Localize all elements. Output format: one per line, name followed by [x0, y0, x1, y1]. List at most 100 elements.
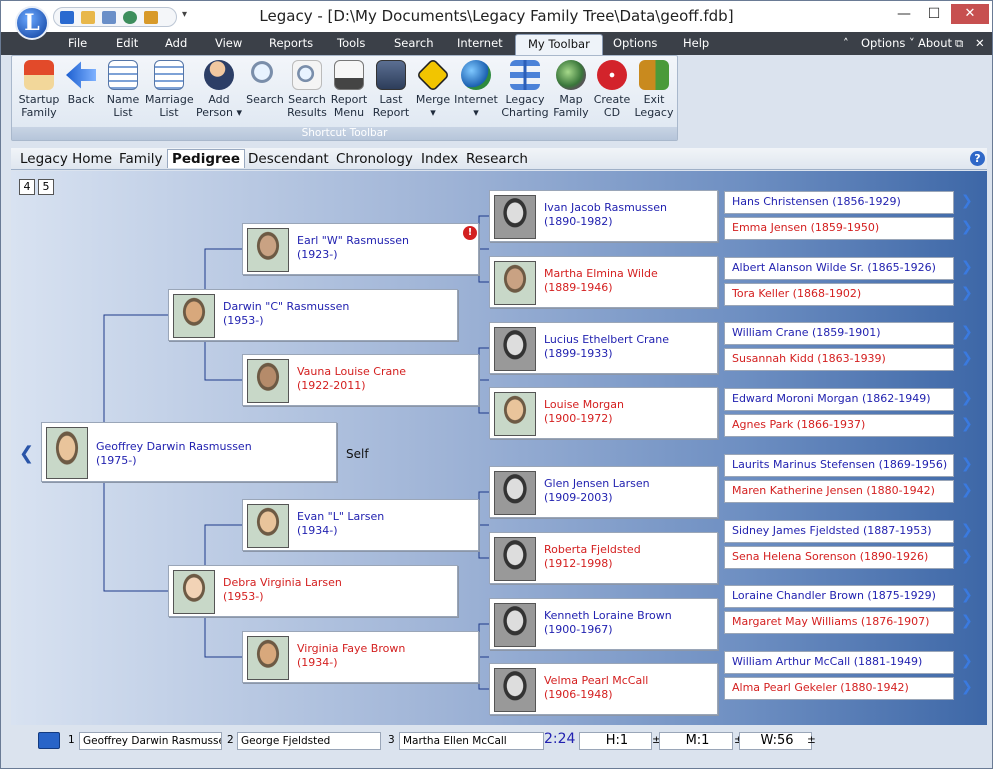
menu-file[interactable]: File — [68, 36, 87, 50]
great-grandparent-card[interactable]: Alma Pearl Gekeler (1880-1942) — [724, 676, 954, 700]
person-card-p8[interactable]: Ivan Jacob Rasmussen (1890-1982) — [489, 190, 718, 242]
name-list-button[interactable]: Name List — [99, 60, 147, 119]
great-grandparent-card[interactable]: Sena Helena Sorenson (1890-1926) — [724, 545, 954, 569]
person-photo[interactable] — [494, 471, 536, 515]
chevron-right-icon[interactable]: ❯ — [961, 613, 973, 629]
merge-button[interactable]: Merge ▾ — [409, 58, 457, 119]
great-grandparent-card[interactable]: Edward Moroni Morgan (1862-1949) — [724, 388, 954, 412]
great-grandparent-card[interactable]: Hans Christensen (1856-1929) — [724, 191, 954, 214]
navigate-back-icon[interactable]: ❮ — [19, 443, 34, 464]
startup-family-button[interactable]: Startup Family — [15, 60, 63, 119]
add-person-button[interactable]: Add Person ▾ — [195, 60, 243, 119]
menu-help[interactable]: Help — [683, 36, 709, 50]
person-card-p1[interactable]: Geoffrey Darwin Rasmussen (1975-) — [41, 422, 337, 482]
person-name[interactable]: Lucius Ethelbert Crane — [544, 333, 669, 346]
menu-tools[interactable]: Tools — [337, 36, 365, 50]
person-photo[interactable] — [494, 537, 536, 581]
legacy-logo[interactable]: L — [15, 6, 49, 40]
person-photo[interactable] — [247, 228, 289, 272]
great-grandparent-card[interactable]: William Crane (1859-1901) — [724, 322, 954, 346]
great-grandparent-card[interactable]: Emma Jensen (1859-1950) — [724, 217, 954, 240]
close-document-icon[interactable]: ✕ — [975, 36, 985, 50]
chevron-right-icon[interactable]: ❯ — [961, 416, 973, 432]
chevron-right-icon[interactable]: ❯ — [961, 653, 973, 669]
internet-button[interactable]: Internet ▾ — [452, 60, 500, 119]
person-card-p4[interactable]: Earl "W" Rasmussen (1923-) — [242, 223, 479, 275]
great-grandparent-card[interactable]: Sidney James Fjeldsted (1887-1953) — [724, 519, 954, 543]
person-photo[interactable] — [494, 261, 536, 305]
back-button[interactable]: Back — [57, 60, 105, 106]
person-photo[interactable] — [494, 327, 536, 371]
great-grandparent-card[interactable]: Margaret May Williams (1876-1907) — [724, 611, 954, 635]
person-card-p7[interactable]: Virginia Faye Brown (1934-) — [242, 631, 479, 683]
great-grandparent-card[interactable]: Maren Katherine Jensen (1880-1942) — [724, 479, 954, 503]
person-name[interactable]: Debra Virginia Larsen — [223, 576, 342, 589]
menu-internet[interactable]: Internet — [457, 36, 503, 50]
person-card-p3[interactable]: Debra Virginia Larsen (1953-) — [168, 565, 458, 617]
person-name[interactable]: Vauna Louise Crane — [297, 365, 406, 378]
chevron-right-icon[interactable]: ❯ — [961, 390, 973, 406]
great-grandparent-card[interactable]: Susannah Kidd (1863-1939) — [724, 348, 954, 372]
person-name[interactable]: Velma Pearl McCall — [544, 674, 648, 687]
status-field-2[interactable]: George Fjeldsted — [237, 732, 381, 750]
person-name[interactable]: Louise Morgan — [544, 398, 624, 411]
person-name[interactable]: Glen Jensen Larsen — [544, 477, 650, 490]
person-card-p2[interactable]: Darwin "C" Rasmussen (1953-) — [168, 289, 458, 341]
tab-research[interactable]: Research — [466, 151, 528, 167]
last-report-button[interactable]: Last Report — [367, 60, 415, 119]
chevron-right-icon[interactable]: ❯ — [961, 350, 973, 366]
person-card-p15[interactable]: Velma Pearl McCall (1906-1948) — [489, 663, 718, 715]
tab-family[interactable]: Family — [119, 151, 162, 167]
person-name[interactable]: Virginia Faye Brown — [297, 642, 405, 655]
person-photo[interactable] — [173, 570, 215, 614]
chevron-right-icon[interactable]: ❯ — [961, 679, 973, 695]
report-menu-button[interactable]: Report Menu — [325, 60, 373, 119]
restore-icon[interactable]: ⧉ — [955, 36, 963, 51]
chevron-right-icon[interactable]: ❯ — [961, 522, 973, 538]
person-card-p14[interactable]: Kenneth Loraine Brown (1900-1967) — [489, 598, 718, 650]
person-photo[interactable] — [46, 427, 88, 479]
great-grandparent-card[interactable]: William Arthur McCall (1881-1949) — [724, 650, 954, 674]
great-grandparent-card[interactable]: Tora Keller (1868-1902) — [724, 282, 954, 306]
search-results-button[interactable]: Search Results — [283, 60, 331, 119]
status-field-3[interactable]: Martha Ellen McCall — [399, 732, 544, 750]
chevron-right-icon[interactable]: ❯ — [961, 456, 973, 472]
menu-options[interactable]: Options — [613, 36, 657, 50]
menu-edit[interactable]: Edit — [116, 36, 138, 50]
great-grandparent-card[interactable]: Laurits Marinus Stefensen (1869-1956) — [724, 453, 954, 477]
chevron-right-icon[interactable]: ❯ — [961, 219, 973, 235]
person-name[interactable]: Earl "W" Rasmussen — [297, 234, 409, 247]
person-name[interactable]: Roberta Fjeldsted — [544, 543, 641, 556]
person-name[interactable]: Martha Elmina Wilde — [544, 267, 658, 280]
person-card-p5[interactable]: Vauna Louise Crane (1922-2011) — [242, 354, 479, 406]
person-name[interactable]: Evan "L" Larsen — [297, 510, 384, 523]
tab-index[interactable]: Index — [421, 151, 458, 167]
chevron-right-icon[interactable]: ❯ — [961, 548, 973, 564]
tab-legacy-home[interactable]: Legacy Home — [20, 151, 112, 167]
person-photo[interactable] — [247, 359, 289, 403]
about-link[interactable]: About — [918, 36, 952, 50]
legacy-charting-button[interactable]: Legacy Charting — [501, 60, 549, 119]
person-photo[interactable] — [494, 668, 536, 712]
exit-legacy-button[interactable]: Exit Legacy — [630, 60, 678, 119]
person-name[interactable]: Kenneth Loraine Brown — [544, 609, 672, 622]
warning-badge-icon[interactable]: ! — [463, 226, 477, 240]
search-button[interactable]: Search — [241, 60, 289, 106]
person-card-p10[interactable]: Lucius Ethelbert Crane (1899-1933) — [489, 322, 718, 374]
maximize-button[interactable]: ☐ — [921, 6, 947, 22]
book-icon[interactable] — [38, 732, 60, 749]
chevron-right-icon[interactable]: ❯ — [961, 259, 973, 275]
person-photo[interactable] — [494, 195, 536, 239]
person-card-p12[interactable]: Glen Jensen Larsen (1909-2003) — [489, 466, 718, 518]
tab-chronology[interactable]: Chronology — [336, 151, 413, 167]
collapse-ribbon-icon[interactable]: ˄ — [843, 36, 849, 50]
person-card-p13[interactable]: Roberta Fjeldsted (1912-1998) — [489, 532, 718, 584]
person-card-p6[interactable]: Evan "L" Larsen (1934-) — [242, 499, 479, 551]
person-name[interactable]: Geoffrey Darwin Rasmussen — [96, 440, 252, 453]
tab-pedigree[interactable]: Pedigree — [167, 149, 245, 168]
person-card-p11[interactable]: Louise Morgan (1900-1972) — [489, 387, 718, 439]
person-photo[interactable] — [494, 603, 536, 647]
person-photo[interactable] — [247, 504, 289, 548]
menu-reports[interactable]: Reports — [269, 36, 313, 50]
great-grandparent-card[interactable]: Loraine Chandler Brown (1875-1929) — [724, 585, 954, 609]
